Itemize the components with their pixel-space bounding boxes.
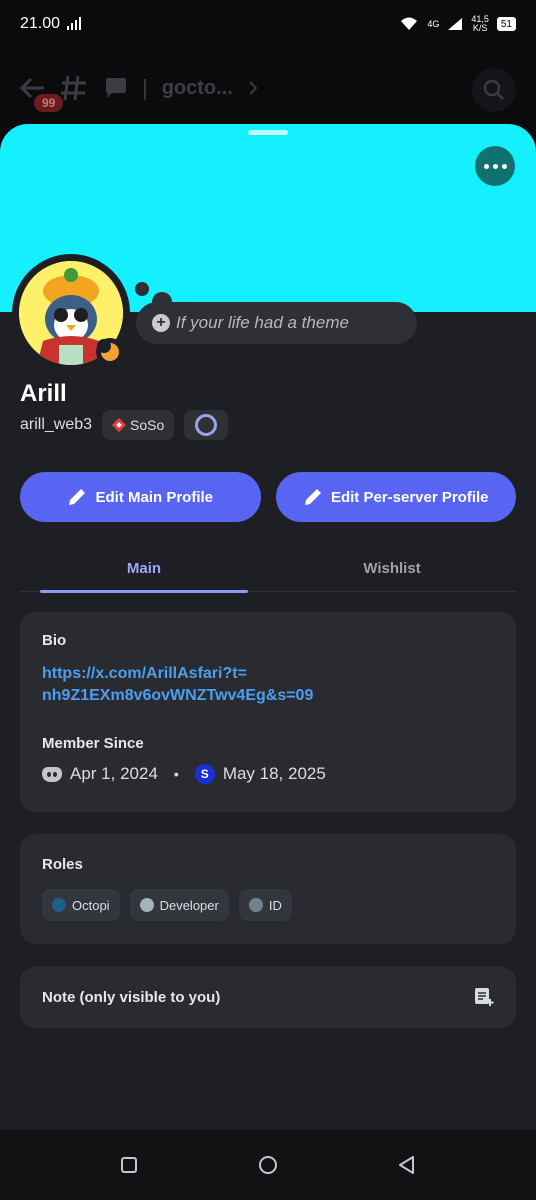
clock: 21.00: [20, 15, 61, 32]
separator-dot: •: [173, 766, 179, 782]
discord-icon: [42, 766, 62, 782]
chat-bubble-icon: [106, 78, 126, 98]
profile-sheet: + If your life had a theme Arill arill_w…: [0, 124, 536, 1130]
role-chip[interactable]: ID: [238, 889, 292, 921]
server-tag-label: SoSo: [130, 417, 165, 433]
search-button[interactable]: [472, 68, 516, 112]
back-button[interactable]: [387, 1145, 427, 1185]
recents-button[interactable]: [109, 1145, 149, 1185]
bio-link-line2: nh9Z1EXm8v6ovWNZTwv4Eg&s=09: [42, 687, 314, 704]
battery-level: 51: [500, 18, 512, 30]
system-nav-bar: [0, 1130, 536, 1200]
unread-badge: 99: [34, 94, 64, 112]
more-dot-icon: [483, 163, 489, 169]
bio-title: Bio: [42, 632, 67, 649]
note-label: Note (only visible to you): [42, 988, 221, 1006]
role-color-dot: [248, 898, 263, 912]
display-name: Arill: [20, 380, 67, 407]
custom-status-bubble[interactable]: + If your life had a theme: [136, 302, 417, 344]
laurel-badge-icon: [195, 414, 218, 436]
server-icon: S: [194, 764, 215, 784]
pencil-icon: [69, 489, 86, 505]
drag-handle[interactable]: [248, 130, 288, 135]
edit-main-profile-label: Edit Main Profile: [95, 488, 213, 506]
add-note-icon[interactable]: [474, 987, 494, 1007]
tab-main[interactable]: Main: [20, 546, 268, 593]
server-tag[interactable]: SoSo: [102, 410, 175, 440]
roles-title: Roles: [42, 856, 83, 873]
cell-signal-icon: [448, 18, 463, 30]
chevron-right-icon: [249, 81, 258, 95]
channel-name[interactable]: gocto...: [162, 77, 233, 100]
bio-link-line1: https://x.com/ArillAsfari?t=: [42, 665, 247, 682]
home-button[interactable]: [248, 1145, 288, 1185]
bio-card: Bio https://x.com/ArillAsfari?t= nh9Z1EX…: [20, 612, 516, 812]
signal-activity-icon: [67, 17, 82, 30]
more-dot-icon: [501, 163, 507, 169]
roles-list: Octopi Developer ID: [42, 889, 494, 921]
edit-main-profile-button[interactable]: Edit Main Profile: [20, 472, 261, 522]
edit-server-profile-button[interactable]: Edit Per-server Profile: [275, 472, 516, 522]
role-label: Octopi: [72, 897, 110, 913]
bio-link[interactable]: https://x.com/ArillAsfari?t= nh9Z1EXm8v6…: [42, 663, 342, 707]
status-time: 21.00: [20, 15, 82, 33]
tab-wishlist-label: Wishlist: [363, 560, 421, 577]
role-label: ID: [268, 897, 282, 913]
network-type: 4G: [427, 19, 440, 29]
note-card[interactable]: Note (only visible to you): [20, 966, 516, 1028]
role-chip[interactable]: Developer: [129, 889, 229, 921]
role-color-dot: [139, 898, 154, 912]
thought-bubble-dot: [135, 282, 149, 296]
add-status-icon: +: [152, 314, 170, 332]
profile-actions: Edit Main Profile Edit Per-server Profil…: [20, 472, 516, 522]
square-icon: [121, 1157, 138, 1173]
net-speed-unit: K/S: [472, 23, 488, 33]
username-row: arill_web3 SoSo: [20, 410, 229, 440]
profile-badge[interactable]: [184, 410, 229, 440]
role-color-dot: [52, 898, 66, 912]
search-icon: [483, 79, 504, 100]
more-options-button[interactable]: [475, 146, 515, 186]
battery-icon: 51: [496, 17, 516, 31]
role-label: Developer: [159, 897, 219, 913]
status-indicators: 4G 41,5 K/S 51: [399, 15, 516, 33]
pencil-icon: [304, 489, 321, 505]
triangle-back-icon: [398, 1156, 414, 1174]
custom-status-placeholder: If your life had a theme: [176, 313, 349, 332]
server-tag-icon: [112, 418, 126, 432]
member-since-row: Apr 1, 2024 • S May 18, 2025: [42, 764, 494, 784]
member-since-title: Member Since: [42, 735, 144, 752]
profile-tabs: Main Wishlist: [20, 546, 516, 593]
idle-status-icon: [96, 338, 124, 366]
channel-header: 99 | gocto...: [0, 48, 536, 128]
tab-wishlist[interactable]: Wishlist: [268, 546, 516, 591]
hashtag-icon: [61, 75, 86, 101]
discord-join-date: Apr 1, 2024: [70, 764, 158, 783]
roles-card: Roles Octopi Developer ID: [20, 834, 516, 944]
more-dot-icon: [492, 163, 498, 169]
tab-main-label: Main: [126, 560, 162, 577]
username[interactable]: arill_web3: [20, 416, 92, 434]
status-bar: 21.00 4G 41,5 K/S 51: [0, 0, 536, 48]
server-join-date: May 18, 2025: [222, 764, 326, 783]
circle-icon: [258, 1156, 277, 1174]
role-chip[interactable]: Octopi: [42, 889, 120, 921]
wifi-icon: [401, 17, 418, 30]
edit-server-profile-label: Edit Per-server Profile: [330, 488, 489, 506]
